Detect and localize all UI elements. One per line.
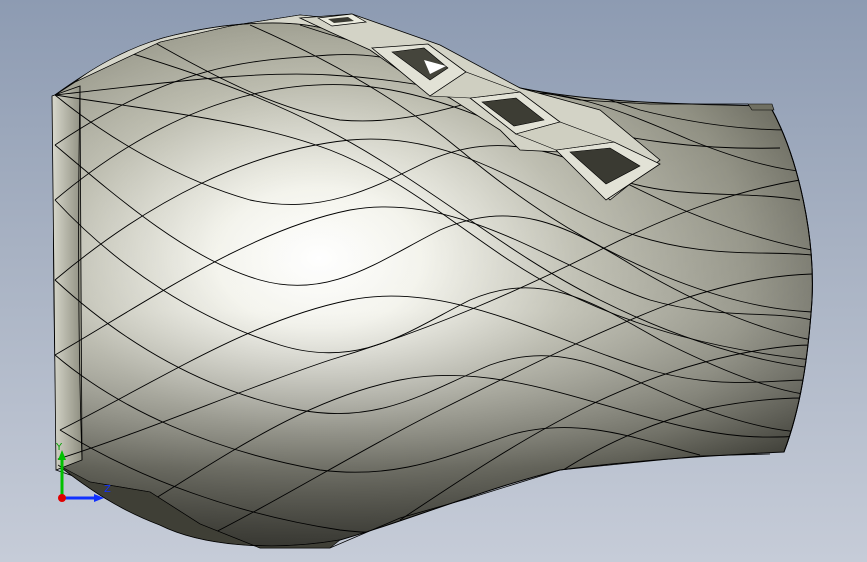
graphics-viewport[interactable]: Y Z — [0, 0, 867, 562]
right-opening-lip — [747, 103, 775, 111]
x-axis-dot — [58, 494, 66, 502]
coordinate-triad: Y Z — [55, 442, 111, 502]
vase-model[interactable] — [0, 0, 867, 562]
y-axis-label: Y — [55, 442, 63, 453]
z-axis-label: Z — [104, 484, 111, 495]
z-axis-head — [94, 494, 104, 502]
vase-body-shade — [53, 22, 813, 546]
